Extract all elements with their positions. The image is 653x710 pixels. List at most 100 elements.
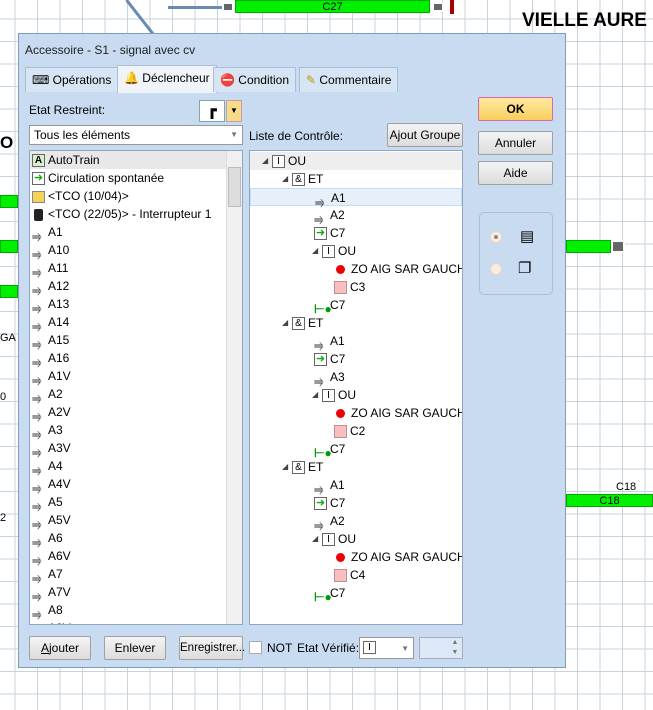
element-item[interactable]: ⥤ A5 bbox=[30, 493, 226, 513]
element-item[interactable]: ⥤ A14 bbox=[30, 313, 226, 333]
tree-node[interactable]: ➜ C7 bbox=[250, 224, 462, 242]
tree-node[interactable]: ◢ I OU bbox=[250, 242, 462, 260]
tree-node-label: A1 bbox=[330, 334, 345, 348]
etat-restreint-button[interactable]: ┏ bbox=[199, 100, 225, 122]
ajouter-button[interactable]: Ajouter bbox=[29, 636, 91, 660]
expand-arrow-icon[interactable]: ◢ bbox=[312, 242, 318, 260]
track-c27[interactable]: C27 bbox=[235, 0, 430, 13]
enregistrer-button[interactable]: Enregistrer... bbox=[179, 636, 245, 660]
element-item[interactable]: ⥤ A7V bbox=[30, 583, 226, 603]
tree-node[interactable]: ⥤ A1 bbox=[250, 476, 462, 496]
etat-restreint-label: Etat Restreint: bbox=[29, 103, 106, 117]
expand-arrow-icon[interactable]: ◢ bbox=[312, 530, 318, 548]
accessoire-dialog: Accessoire - S1 - signal avec cv ⌨ Opéra… bbox=[18, 33, 566, 668]
element-item[interactable]: ⥤ A2 bbox=[30, 385, 226, 405]
tree-node[interactable]: ZO AIG SAR GAUCHE bbox=[250, 548, 462, 566]
filter-select[interactable]: Tous les éléments ▼ bbox=[29, 125, 243, 145]
element-item[interactable]: ⥤ A16 bbox=[30, 349, 226, 369]
not-checkbox[interactable] bbox=[249, 641, 262, 654]
element-item[interactable]: ⥤ A10 bbox=[30, 241, 226, 261]
tree-node[interactable]: ◢ I OU bbox=[250, 530, 462, 548]
tree-node[interactable]: C3 bbox=[250, 278, 462, 296]
element-item[interactable]: ⥤ A1 bbox=[30, 223, 226, 243]
element-item[interactable]: ⥤ A6 bbox=[30, 529, 226, 549]
tree-node[interactable]: ➜ C7 bbox=[250, 494, 462, 512]
element-item[interactable]: ⥤ A12 bbox=[30, 277, 226, 297]
element-item[interactable]: <TCO (10/04)> bbox=[30, 187, 226, 205]
element-item[interactable]: ⥤ A5V bbox=[30, 511, 226, 531]
tree-node[interactable]: ⊢●C7 bbox=[250, 584, 462, 604]
tree-node[interactable]: ⥤ A3 bbox=[250, 368, 462, 388]
autotrain-icon: A bbox=[32, 153, 48, 168]
element-item[interactable]: ⥤A8V bbox=[30, 619, 226, 624]
tree-node[interactable]: ⥤ A2 bbox=[250, 512, 462, 532]
element-item[interactable]: ⥤ A13 bbox=[30, 295, 226, 315]
tree-node-label: OU bbox=[338, 532, 356, 546]
ok-button[interactable]: OK bbox=[478, 97, 553, 121]
element-item[interactable]: ⥤ A3V bbox=[30, 439, 226, 459]
element-item[interactable]: <TCO (22/05)> - Interrupteur 1 bbox=[30, 205, 226, 223]
red-dot-icon bbox=[334, 406, 351, 420]
track-right[interactable] bbox=[566, 240, 611, 253]
tree-node-label: C3 bbox=[350, 280, 366, 294]
turnout-icon: ⥤ bbox=[32, 498, 42, 513]
tree-node[interactable]: ◢ & ET bbox=[250, 314, 462, 332]
etat-restreint-dropdown[interactable]: ▼ bbox=[226, 100, 242, 122]
or-icon: I bbox=[322, 532, 338, 547]
etat-verifie-select[interactable]: I ▼ bbox=[359, 637, 414, 659]
turnout-icon: ⥤ bbox=[32, 480, 42, 495]
element-item[interactable]: ⥤ A11 bbox=[30, 259, 226, 279]
view-list-radio[interactable] bbox=[490, 231, 502, 243]
tree-node[interactable]: ◢ I OU bbox=[250, 152, 462, 170]
element-item[interactable]: ⥤ A6V bbox=[30, 547, 226, 567]
element-item[interactable]: ⥤ A15 bbox=[30, 331, 226, 351]
tab-declencheur[interactable]: 🔔 Déclencheur bbox=[117, 65, 217, 93]
tree-node[interactable]: ◢ & ET bbox=[250, 170, 462, 188]
scrollbar[interactable] bbox=[226, 151, 242, 624]
tree-node[interactable]: ◢ I OU bbox=[250, 386, 462, 404]
tree-node[interactable]: ⥤ A1 bbox=[250, 332, 462, 352]
tree-node-label: A1 bbox=[331, 191, 346, 205]
tab-condition[interactable]: ⛔ Condition bbox=[213, 67, 296, 92]
element-item[interactable]: ⥤ A3 bbox=[30, 421, 226, 441]
ajout-groupe-button[interactable]: Ajout Groupe bbox=[387, 123, 463, 147]
elements-list[interactable]: A AutoTrain ➜ Circulation spontanée <TCO (10… bbox=[29, 150, 243, 625]
not-label: NOT bbox=[267, 641, 293, 655]
tree-node[interactable]: ⊢●C7 bbox=[250, 440, 462, 460]
element-item[interactable]: ⥤ A4V bbox=[30, 475, 226, 495]
tree-node[interactable]: ⊢●C7 bbox=[250, 296, 462, 316]
expand-arrow-icon[interactable]: ◢ bbox=[282, 458, 288, 476]
tree-node[interactable]: ZO AIG SAR GAUCHE bbox=[250, 260, 462, 278]
tree-node[interactable]: ➜ C7 bbox=[250, 350, 462, 368]
turnout-icon: ⥤ bbox=[32, 228, 42, 243]
element-item[interactable]: ➜ Circulation spontanée bbox=[30, 169, 226, 187]
expand-arrow-icon[interactable]: ◢ bbox=[262, 152, 268, 170]
element-item[interactable]: ⥤ A2V bbox=[30, 403, 226, 423]
tab-operations[interactable]: ⌨ Opérations bbox=[25, 67, 119, 92]
tree-node[interactable]: ⥤ A1 bbox=[250, 188, 462, 209]
expand-arrow-icon[interactable]: ◢ bbox=[282, 314, 288, 332]
tab-commentaire[interactable]: ✎ Commentaire bbox=[299, 67, 399, 92]
element-item[interactable]: ⥤ A4 bbox=[30, 457, 226, 477]
tree-node[interactable]: C4 bbox=[250, 566, 462, 584]
element-label: AutoTrain bbox=[48, 153, 100, 167]
aide-button[interactable]: Aide bbox=[478, 161, 553, 185]
annuler-button[interactable]: Annuler bbox=[478, 131, 553, 155]
track-c18[interactable]: C18 bbox=[566, 494, 653, 507]
tree-node[interactable]: ZO AIG SAR GAUCHE bbox=[250, 404, 462, 422]
element-item[interactable]: ⥤ A1V bbox=[30, 367, 226, 387]
tree-node[interactable]: C2 bbox=[250, 422, 462, 440]
element-item[interactable]: ⥤ A7 bbox=[30, 565, 226, 585]
expand-arrow-icon[interactable]: ◢ bbox=[282, 170, 288, 188]
enlever-button[interactable]: Enlever bbox=[104, 636, 166, 660]
expand-arrow-icon[interactable]: ◢ bbox=[312, 386, 318, 404]
document-stop-icon: ⛔ bbox=[220, 73, 235, 87]
tree-node[interactable]: ⥤ A2 bbox=[250, 206, 462, 226]
value-spinner[interactable]: ▲ ▼ bbox=[419, 637, 463, 659]
tree-node[interactable]: ◢ & ET bbox=[250, 458, 462, 476]
element-item[interactable]: A AutoTrain bbox=[30, 151, 226, 169]
view-multi-radio[interactable] bbox=[490, 263, 502, 275]
arrow-icon: ➜ bbox=[314, 497, 327, 511]
control-tree[interactable]: ◢ I OU ◢ & ET ⥤ A1 ⥤ A2 ➜ C7 ◢ I OU ZO AIG SAR GAUCHE C3… bbox=[249, 150, 463, 625]
element-item[interactable]: ⥤ A8 bbox=[30, 601, 226, 621]
